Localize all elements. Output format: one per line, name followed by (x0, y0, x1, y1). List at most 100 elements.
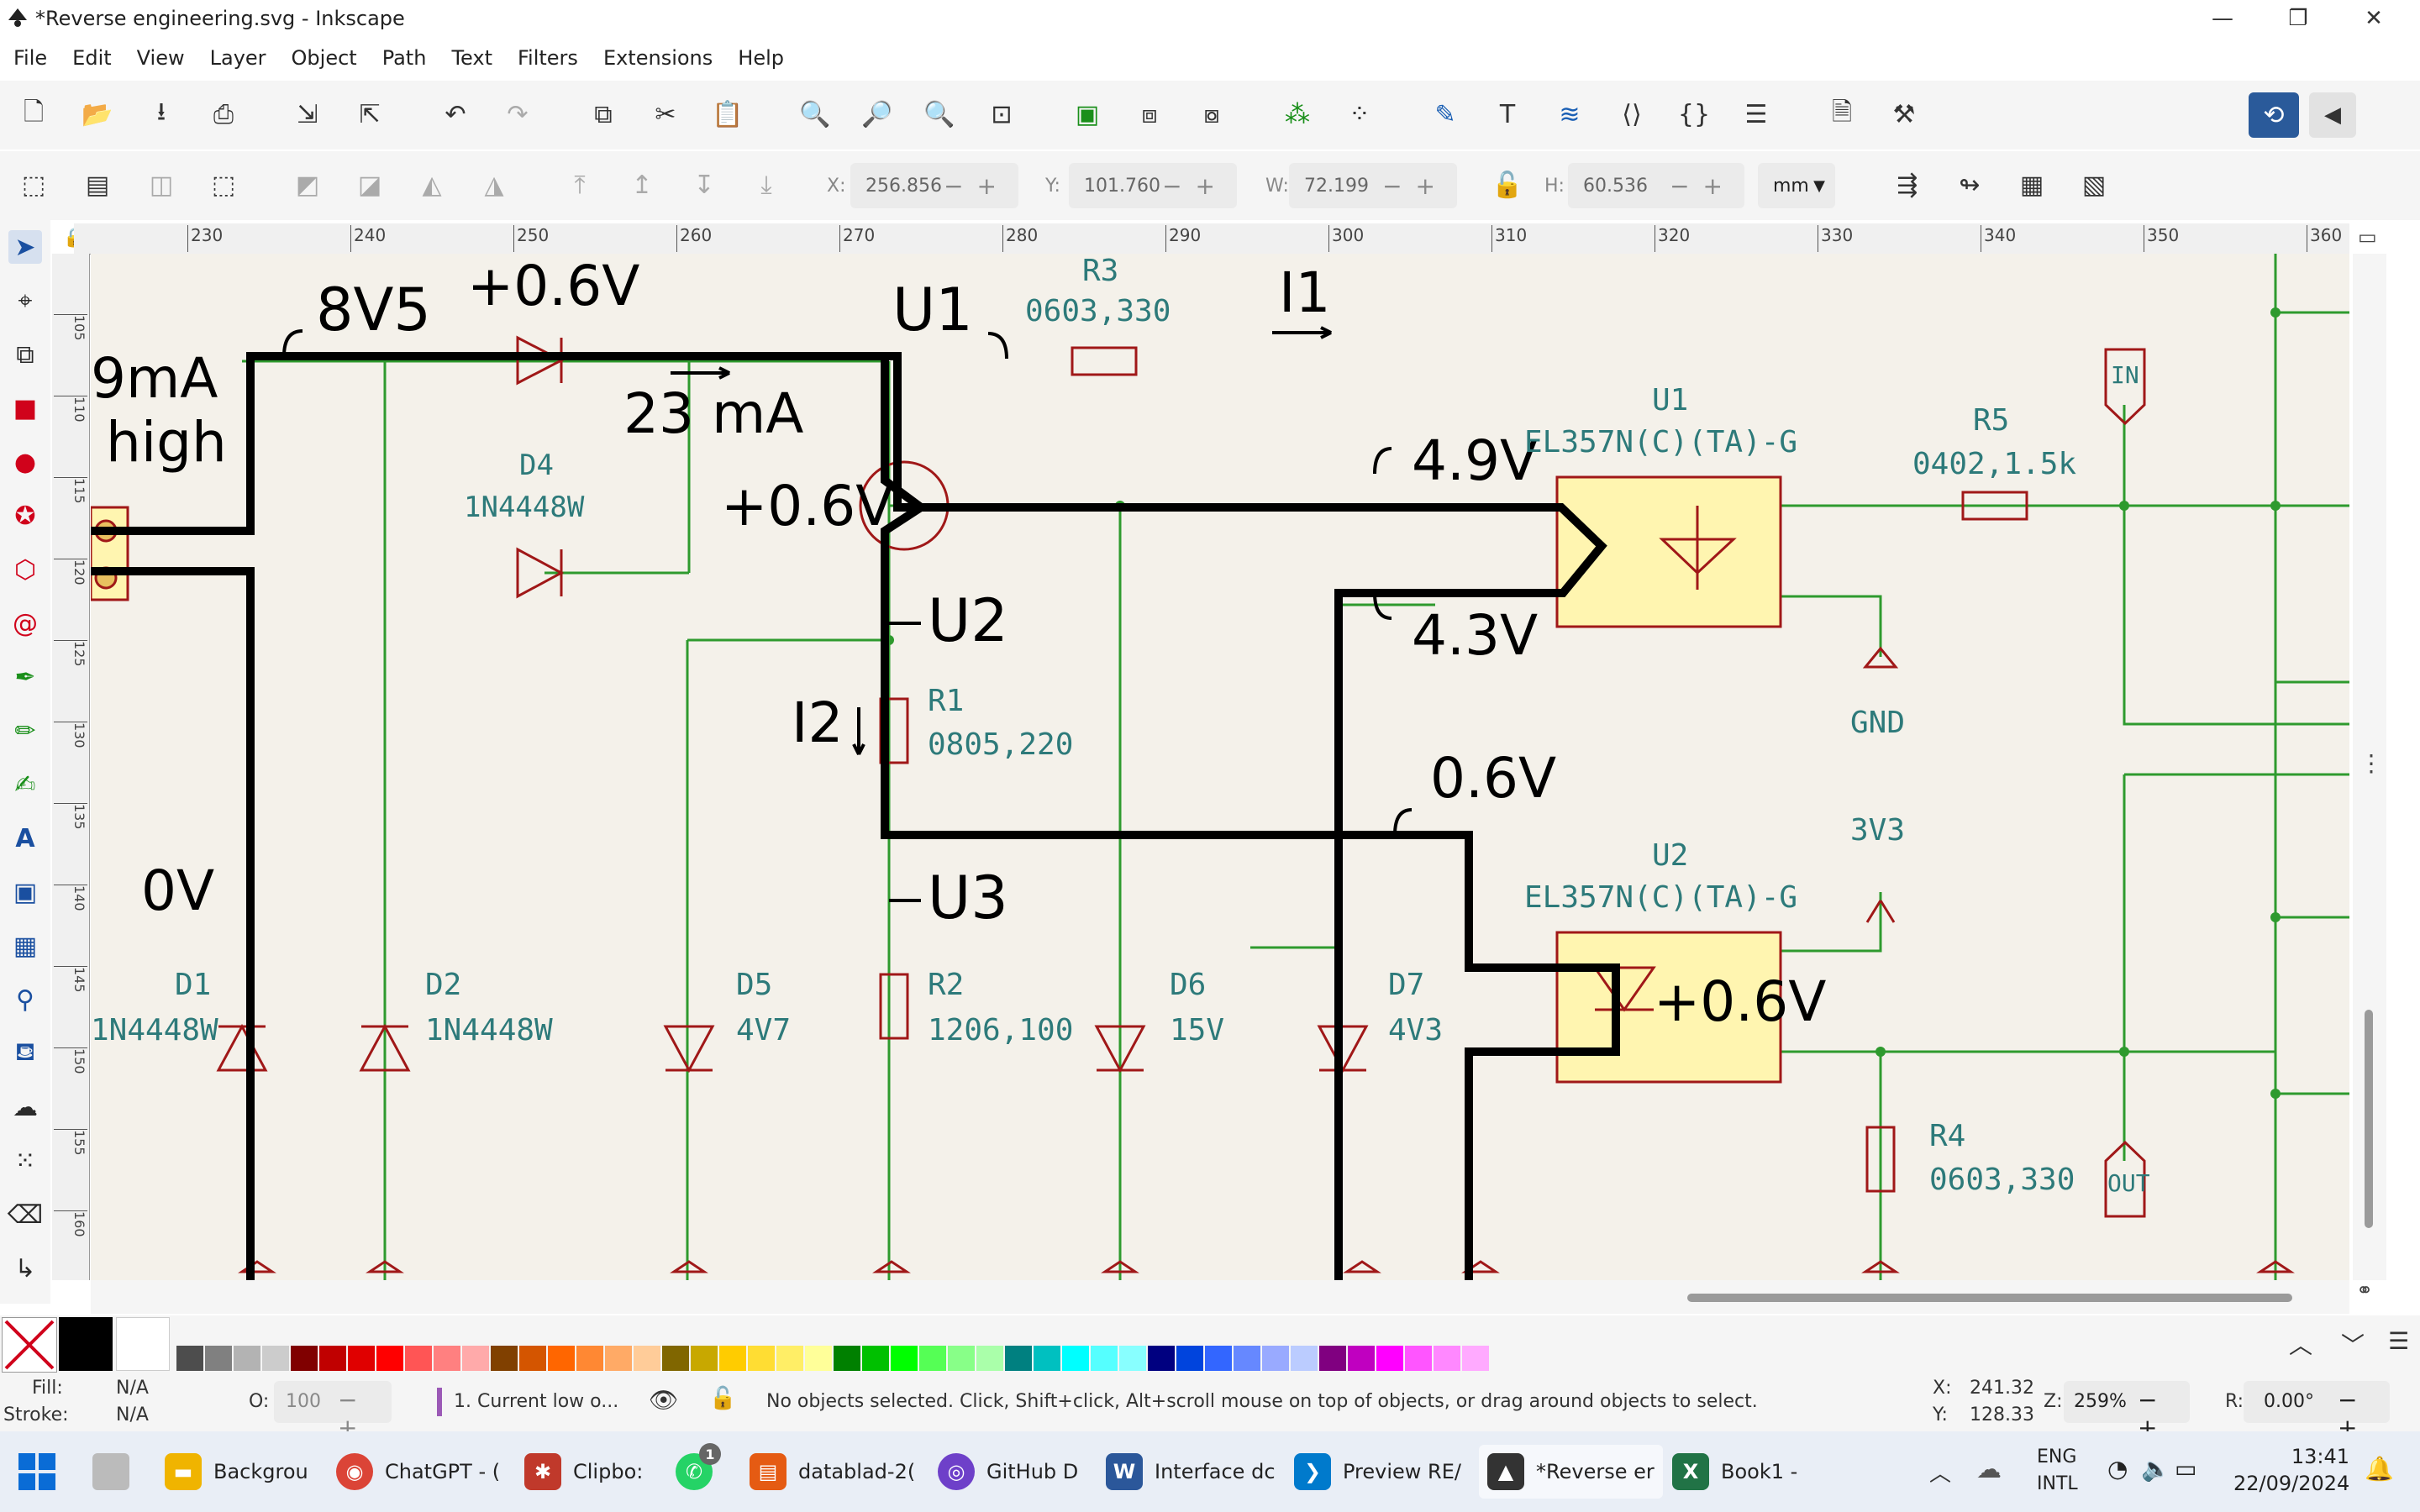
document-properties-icon[interactable]: 🗎 (1825, 97, 1859, 131)
taskbar-app-reader[interactable]: ▤ datablad-2( (750, 1445, 915, 1499)
fill-value[interactable]: N/A (116, 1378, 149, 1399)
horizontal-scroll-thumb[interactable] (1687, 1294, 2292, 1302)
drawing-canvas[interactable]: 8V5 +0.6V U1 I1 9mA high 23 mA +0.6V 4.9… (91, 254, 2349, 1280)
align-distribute-icon[interactable]: ☰ (1739, 97, 1773, 131)
restore-button[interactable]: ❐ (2260, 0, 2336, 37)
taskbar-app-explorer[interactable]: ▬ Backgrou (165, 1445, 308, 1499)
battery-icon[interactable]: ▭ (2175, 1455, 2196, 1483)
save-icon[interactable]: ⭳ (145, 97, 178, 131)
x-stepper-icon[interactable]: −+ (944, 172, 1010, 200)
lock-proportions-icon[interactable]: 🔓 (1491, 168, 1524, 202)
color-swatch[interactable] (176, 1346, 203, 1371)
connector-tool-icon[interactable]: ↳ (8, 1252, 42, 1285)
eraser-tool-icon[interactable]: ⌫ (8, 1198, 43, 1231)
color-swatch[interactable] (691, 1346, 718, 1371)
mesh-tool-icon[interactable]: ▦ (8, 929, 42, 963)
task-view-icon[interactable] (92, 1453, 129, 1490)
snap-popover-icon[interactable]: ◀ (2309, 92, 2356, 138)
open-icon[interactable]: 📂 (81, 97, 114, 131)
color-swatch[interactable] (1462, 1346, 1489, 1371)
color-swatch[interactable] (976, 1346, 1003, 1371)
color-swatch[interactable] (548, 1346, 575, 1371)
unit-select[interactable]: mm ▼ (1758, 163, 1835, 208)
node-tool-icon[interactable]: ⌖ (8, 284, 42, 318)
select-all-icon[interactable]: ⬚ (17, 168, 50, 202)
menu-filters[interactable]: Filters (518, 46, 578, 70)
rotation-field[interactable]: 0.00° −+ (2244, 1381, 2390, 1441)
minimize-button[interactable]: — (2185, 0, 2260, 37)
undo-icon[interactable]: ↶ (439, 97, 472, 131)
taskbar-app-vscode[interactable]: ❯ Preview RE/ (1294, 1445, 1461, 1499)
text-tool-icon[interactable]: A (8, 822, 42, 855)
color-swatch[interactable] (491, 1346, 518, 1371)
onedrive-icon[interactable]: ☁ (1976, 1455, 2002, 1484)
no-paint-swatch[interactable] (2, 1317, 57, 1373)
color-swatch[interactable] (748, 1346, 775, 1371)
menu-help[interactable]: Help (738, 46, 784, 70)
palette-menu-icon[interactable]: ☰ (2388, 1327, 2409, 1355)
pen-tool-icon[interactable]: ✒ (8, 660, 42, 694)
raise-icon[interactable]: ↥ (625, 168, 659, 202)
color-swatch[interactable] (719, 1346, 746, 1371)
notifications-bell-icon[interactable]: 🔔 (2365, 1455, 2394, 1483)
flip-vertical-icon[interactable]: ◮ (477, 168, 511, 202)
snap-toggle-icon[interactable]: ⟲ (2249, 92, 2299, 138)
color-swatch[interactable] (205, 1346, 232, 1371)
opacity-field[interactable]: 100 −+ (274, 1381, 392, 1441)
taskbar-app-whatsapp[interactable]: ✆ 1 (676, 1443, 724, 1499)
rotate-cw-icon[interactable]: ◪ (353, 168, 387, 202)
text-font-icon[interactable]: T (1491, 97, 1524, 131)
rectangle-tool-icon[interactable]: ■ (8, 391, 42, 425)
select-same-icon[interactable]: ◫ (145, 168, 178, 202)
menu-edit[interactable]: Edit (72, 46, 111, 70)
color-swatch[interactable] (434, 1346, 460, 1371)
lower-icon[interactable]: ↧ (687, 168, 721, 202)
start-button-icon[interactable] (17, 1452, 57, 1492)
import-icon[interactable]: ⇲ (291, 97, 324, 131)
vertical-scrollbar[interactable]: ⋮ ⚭ (2353, 254, 2386, 1302)
color-swatch[interactable] (519, 1346, 546, 1371)
color-swatch[interactable] (1148, 1346, 1175, 1371)
color-swatch[interactable] (59, 1317, 113, 1371)
h-stepper-icon[interactable]: −+ (1670, 172, 1736, 200)
x-field[interactable]: X: 256.856 −+ (827, 163, 1018, 208)
color-swatch[interactable] (405, 1346, 432, 1371)
color-swatch[interactable] (1034, 1346, 1060, 1371)
volume-icon[interactable]: 🔈 (2141, 1455, 2170, 1483)
gradient-tool-icon[interactable]: ▣ (8, 875, 42, 909)
export-icon[interactable]: ⇱ (353, 97, 387, 131)
color-swatch[interactable] (891, 1346, 918, 1371)
ellipse-tool-icon[interactable]: ● (8, 445, 42, 479)
color-swatch[interactable] (262, 1346, 289, 1371)
fill-stroke-icon[interactable]: ✎ (1428, 97, 1462, 131)
color-swatch[interactable] (1291, 1346, 1318, 1371)
tweak-tool-icon[interactable]: ☁ (8, 1090, 42, 1124)
dropper-tool-icon[interactable]: ⚲ (8, 983, 42, 1016)
color-swatch[interactable] (319, 1346, 346, 1371)
color-swatch[interactable] (1062, 1346, 1089, 1371)
copy-icon[interactable]: ⧉ (587, 97, 620, 131)
box3d-tool-icon[interactable]: ⬡ (8, 553, 42, 586)
raise-top-icon[interactable]: ⤒ (563, 168, 597, 202)
deselect-icon[interactable]: ⬚ (207, 168, 240, 202)
scale-stroke-icon[interactable]: ⇶ (1891, 168, 1924, 202)
color-swatch[interactable] (234, 1346, 260, 1371)
redo-icon[interactable]: ↷ (501, 97, 534, 131)
new-document-icon[interactable]: 🗋 (17, 97, 50, 131)
color-swatch[interactable] (919, 1346, 946, 1371)
shape-builder-icon[interactable]: ⧉ (8, 338, 42, 371)
color-swatch[interactable] (462, 1346, 489, 1371)
tray-overflow-icon[interactable]: ︿ (1929, 1457, 1951, 1488)
menu-view[interactable]: View (137, 46, 185, 70)
color-swatch[interactable] (1091, 1346, 1118, 1371)
palette-scroll-down-icon[interactable]: ﹀ (2341, 1327, 2365, 1361)
color-swatch[interactable] (662, 1346, 689, 1371)
menu-path[interactable]: Path (382, 46, 427, 70)
menu-file[interactable]: File (13, 46, 47, 70)
h-field[interactable]: H: 60.536 −+ (1544, 163, 1744, 208)
w-field[interactable]: W: 72.199 −+ (1265, 163, 1457, 208)
preferences-icon[interactable]: ⚒ (1887, 97, 1921, 131)
taskbar-app-chrome[interactable]: ◉ ChatGPT - ( (336, 1445, 500, 1499)
layers-icon[interactable]: ≋ (1553, 97, 1586, 131)
y-field[interactable]: Y: 101.760 −+ (1045, 163, 1237, 208)
